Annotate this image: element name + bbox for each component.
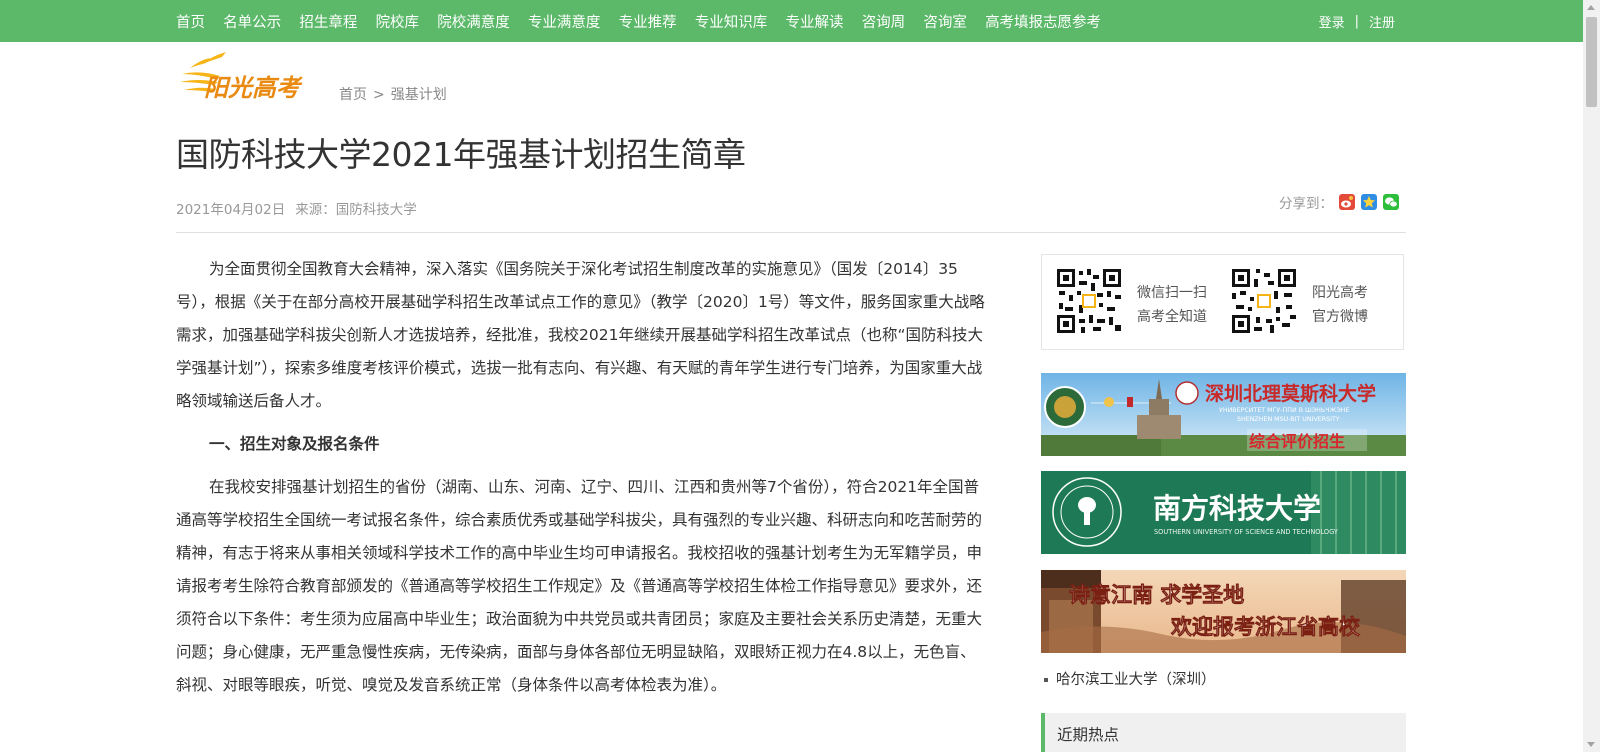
recent-hot-header: 近期热点 [1041, 713, 1406, 752]
section-heading: 一、招生对象及报名条件 [209, 435, 380, 453]
share-bar: 分享到： [1279, 192, 1399, 212]
nav-item-home[interactable]: 首页 [176, 11, 205, 32]
article-meta: 2021年04月02日 来源：国防科技大学 [176, 198, 417, 218]
nav-item-major-knowledge[interactable]: 专业知识库 [695, 11, 768, 32]
sidebar-link-hit-shenzhen[interactable]: 哈尔滨工业大学（深圳） [1044, 668, 1216, 689]
nav-item-admission-charter[interactable]: 招生章程 [299, 11, 357, 32]
breadcrumb-home[interactable]: 首页 [339, 87, 367, 103]
qr1-line1: 微信扫一扫 [1137, 285, 1207, 301]
article-paragraph: 为全面贯彻全国教育大会精神，深入落实《国务院关于深化考试招生制度改革的实施意见》… [176, 260, 985, 410]
nav-item-major-recommend[interactable]: 专业推荐 [619, 11, 677, 32]
banner-sustech[interactable]: 南方科技大学 SOUTHERN UNIVERSITY OF SCIENCE AN… [1041, 471, 1406, 554]
banner-shenzhen-msu-bit[interactable]: 深圳北理莫斯科大学 УНИВЕРСИТЕТ МГУ-ППИ В ШЭНЬЧЖЭН… [1041, 373, 1406, 456]
svg-text:南方科技大学: 南方科技大学 [1153, 492, 1321, 525]
bullet-icon [1044, 678, 1048, 682]
share-label: 分享到： [1279, 196, 1333, 212]
svg-text:УНИВЕРСИТЕТ МГУ-ППИ В ШЭНЬЧЖЭН: УНИВЕРСИТЕТ МГУ-ППИ В ШЭНЬЧЖЭНЕ [1219, 407, 1349, 414]
recent-hot-title: 近期热点 [1057, 726, 1120, 744]
nav-item-consult-week[interactable]: 咨询周 [862, 11, 906, 32]
svg-text:深圳北理莫斯科大学: 深圳北理莫斯科大学 [1205, 382, 1376, 405]
nav-item-school-satisfaction[interactable]: 院校满意度 [437, 11, 510, 32]
main-nav: 首页 名单公示 招生章程 院校库 院校满意度 专业满意度 专业推荐 专业知识库 … [176, 0, 1119, 42]
site-logo[interactable]: 阳光高考 [176, 48, 322, 102]
qzone-share-icon[interactable] [1361, 194, 1377, 210]
banner-zhejiang-universities[interactable]: 诗意江南 求学圣地 欢迎报考浙江省高校 [1041, 570, 1406, 653]
svg-text:诗意江南 求学圣地: 诗意江南 求学圣地 [1069, 582, 1244, 607]
breadcrumb: 首页 > 强基计划 [339, 84, 447, 104]
weibo-qr-code-icon [1230, 267, 1298, 335]
qr2-line2: 官方微博 [1312, 309, 1368, 325]
nav-item-list-publicity[interactable]: 名单公示 [223, 11, 281, 32]
nav-item-school-library[interactable]: 院校库 [376, 11, 420, 32]
auth-links: 登录 | 注册 [1319, 0, 1395, 42]
article-date: 2021年04月02日 [176, 202, 286, 218]
wechat-share-icon[interactable] [1383, 194, 1399, 210]
breadcrumb-separator: > [373, 87, 385, 103]
weibo-share-icon[interactable] [1339, 194, 1355, 210]
svg-text:SOUTHERN UNIVERSITY OF SCIENCE: SOUTHERN UNIVERSITY OF SCIENCE AND TECHN… [1154, 528, 1339, 536]
article-paragraph: 在我校安排强基计划招生的省份（湖南、山东、河南、辽宁、四川、江西和贵州等7个省份… [176, 478, 983, 694]
breadcrumb-current[interactable]: 强基计划 [391, 87, 447, 103]
article-source: 来源：国防科技大学 [295, 202, 417, 218]
top-navigation-bar: 首页 名单公示 招生章程 院校库 院校满意度 专业满意度 专业推荐 专业知识库 … [0, 0, 1583, 42]
sidebar-link-label: 哈尔滨工业大学（深圳） [1056, 672, 1216, 688]
article-title: 国防科技大学2021年强基计划招生简章 [176, 135, 746, 174]
auth-separator: | [1354, 13, 1359, 29]
qr2-caption: 阳光高考 官方微博 [1312, 281, 1368, 329]
nav-item-major-interpretation[interactable]: 专业解读 [786, 11, 844, 32]
scroll-up-arrow-icon[interactable] [1587, 5, 1595, 10]
qr1-caption: 微信扫一扫 高考全知道 [1137, 281, 1207, 329]
article-body: 为全面贯彻全国教育大会精神，深入落实《国务院关于深化考试招生制度改革的实施意见》… [176, 253, 989, 702]
svg-text:综合评价招生: 综合评价招生 [1249, 432, 1345, 451]
wechat-qr-code-icon [1055, 267, 1123, 335]
svg-text:欢迎报考浙江省高校: 欢迎报考浙江省高校 [1170, 614, 1361, 639]
scrollbar-thumb[interactable] [1586, 17, 1597, 107]
nav-item-volunteer-reference[interactable]: 高考填报志愿参考 [985, 11, 1101, 32]
login-link[interactable]: 登录 [1319, 12, 1345, 31]
nav-item-major-satisfaction[interactable]: 专业满意度 [528, 11, 601, 32]
sun-logo-icon: 阳光高考 [180, 52, 303, 102]
vertical-scrollbar[interactable] [1583, 0, 1600, 752]
qr1-line2: 高考全知道 [1137, 309, 1207, 325]
qr2-line1: 阳光高考 [1312, 285, 1368, 301]
svg-text:SHENZHEN MSU-BIT UNIVERSITY: SHENZHEN MSU-BIT UNIVERSITY [1237, 416, 1340, 423]
nav-item-consult-room[interactable]: 咨询室 [923, 11, 967, 32]
scroll-down-arrow-icon[interactable] [1587, 742, 1595, 747]
register-link[interactable]: 注册 [1369, 12, 1395, 31]
qr-code-panel: 微信扫一扫 高考全知道 阳光高考 官方微博 [1041, 254, 1404, 350]
svg-text:阳光高考: 阳光高考 [204, 73, 303, 102]
title-divider [176, 232, 1406, 233]
